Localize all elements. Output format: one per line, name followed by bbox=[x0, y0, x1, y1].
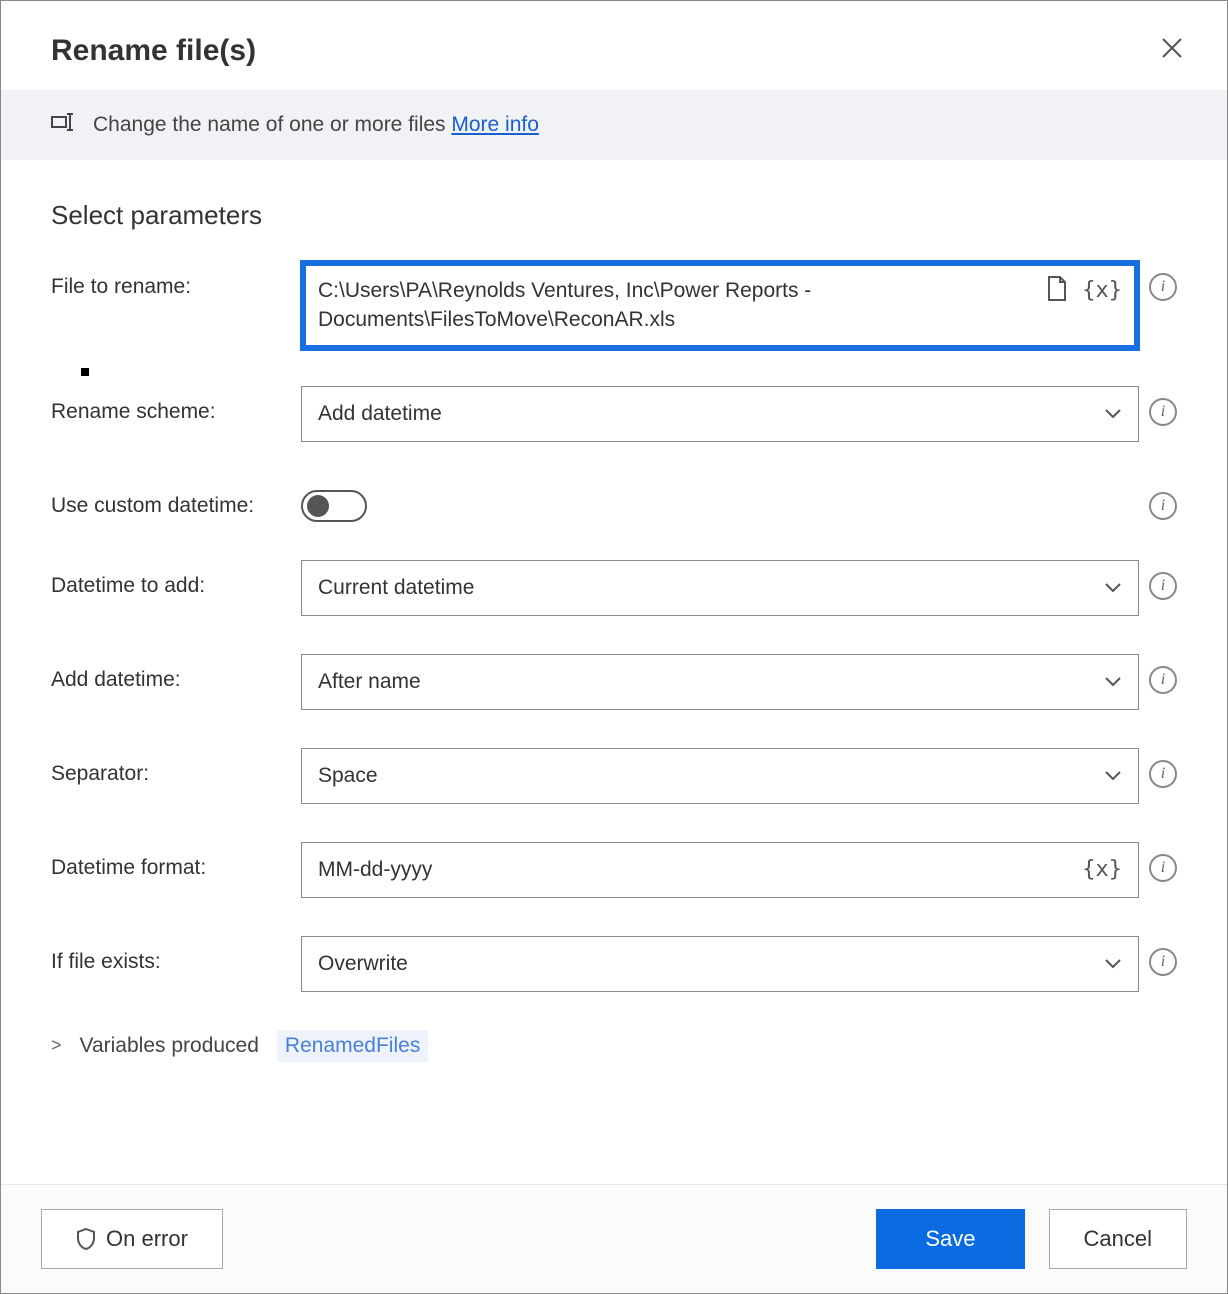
label-separator: Separator: bbox=[51, 748, 301, 786]
variable-picker-icon[interactable]: {x} bbox=[1082, 859, 1122, 881]
row-separator: Separator: Space i bbox=[51, 748, 1177, 804]
select-add-datetime[interactable]: After name bbox=[301, 654, 1139, 710]
variables-produced-row[interactable]: > Variables produced RenamedFiles bbox=[51, 1030, 1177, 1062]
rename-files-dialog: Rename file(s) Change the name of one or… bbox=[0, 0, 1228, 1294]
shield-icon bbox=[76, 1228, 96, 1250]
select-datetime-to-add[interactable]: Current datetime bbox=[301, 560, 1139, 616]
input-datetime-format[interactable]: MM-dd-yyyy {x} bbox=[301, 842, 1139, 898]
row-use-custom-datetime: Use custom datetime: i bbox=[51, 480, 1177, 522]
variable-picker-icon[interactable]: {x} bbox=[1082, 280, 1122, 302]
toggle-knob bbox=[307, 495, 329, 517]
label-if-file-exists: If file exists: bbox=[51, 936, 301, 974]
file-picker-icon[interactable] bbox=[1046, 276, 1068, 306]
select-rename-scheme-value: Add datetime bbox=[318, 399, 1104, 428]
info-icon[interactable]: i bbox=[1149, 572, 1177, 600]
chevron-down-icon bbox=[1104, 953, 1122, 974]
more-info-link[interactable]: More info bbox=[451, 113, 539, 136]
label-datetime-format: Datetime format: bbox=[51, 842, 301, 880]
info-icon[interactable]: i bbox=[1149, 760, 1177, 788]
dialog-footer: On error Save Cancel bbox=[1, 1184, 1227, 1293]
stray-dot bbox=[81, 368, 89, 376]
row-add-datetime: Add datetime: After name i bbox=[51, 654, 1177, 710]
info-icon[interactable]: i bbox=[1149, 948, 1177, 976]
toggle-use-custom-datetime[interactable] bbox=[301, 490, 367, 522]
label-datetime-to-add: Datetime to add: bbox=[51, 560, 301, 598]
chevron-down-icon bbox=[1104, 577, 1122, 598]
info-banner: Change the name of one or more files Mor… bbox=[1, 90, 1227, 160]
select-if-file-exists-value: Overwrite bbox=[318, 949, 1104, 978]
row-if-file-exists: If file exists: Overwrite i bbox=[51, 936, 1177, 992]
select-datetime-to-add-value: Current datetime bbox=[318, 573, 1104, 602]
select-if-file-exists[interactable]: Overwrite bbox=[301, 936, 1139, 992]
label-add-datetime: Add datetime: bbox=[51, 654, 301, 692]
section-title: Select parameters bbox=[51, 200, 1177, 231]
chevron-down-icon bbox=[1104, 403, 1122, 424]
input-datetime-format-value: MM-dd-yyyy bbox=[318, 855, 1082, 884]
label-use-custom-datetime: Use custom datetime: bbox=[51, 480, 301, 518]
info-icon[interactable]: i bbox=[1149, 492, 1177, 520]
chevron-down-icon bbox=[1104, 765, 1122, 786]
row-rename-scheme: Rename scheme: Add datetime i bbox=[51, 386, 1177, 442]
info-icon[interactable]: i bbox=[1149, 666, 1177, 694]
select-rename-scheme[interactable]: Add datetime bbox=[301, 386, 1139, 442]
on-error-label: On error bbox=[106, 1226, 188, 1252]
label-rename-scheme: Rename scheme: bbox=[51, 386, 301, 424]
row-datetime-to-add: Datetime to add: Current datetime i bbox=[51, 560, 1177, 616]
rename-icon bbox=[51, 112, 77, 138]
chevron-down-icon bbox=[1104, 671, 1122, 692]
info-icon[interactable]: i bbox=[1149, 273, 1177, 301]
row-file-to-rename: File to rename: C:\Users\PA\Reynolds Ven… bbox=[51, 261, 1177, 350]
dialog-header: Rename file(s) bbox=[1, 1, 1227, 90]
input-file-to-rename[interactable]: C:\Users\PA\Reynolds Ventures, Inc\Power… bbox=[301, 261, 1139, 350]
variables-produced-label: Variables produced bbox=[80, 1034, 259, 1058]
close-icon[interactable] bbox=[1157, 31, 1187, 70]
dialog-title: Rename file(s) bbox=[51, 34, 256, 68]
banner-description: Change the name of one or more files bbox=[93, 113, 451, 136]
variable-chip-renamedfiles[interactable]: RenamedFiles bbox=[277, 1030, 428, 1062]
label-file-to-rename: File to rename: bbox=[51, 261, 301, 299]
cancel-button[interactable]: Cancel bbox=[1049, 1209, 1187, 1269]
info-icon[interactable]: i bbox=[1149, 398, 1177, 426]
select-add-datetime-value: After name bbox=[318, 667, 1104, 696]
select-separator-value: Space bbox=[318, 761, 1104, 790]
banner-text: Change the name of one or more files Mor… bbox=[93, 113, 539, 137]
select-separator[interactable]: Space bbox=[301, 748, 1139, 804]
chevron-right-icon: > bbox=[51, 1035, 62, 1056]
dialog-body: Select parameters File to rename: C:\Use… bbox=[1, 160, 1227, 1184]
on-error-button[interactable]: On error bbox=[41, 1209, 223, 1269]
row-datetime-format: Datetime format: MM-dd-yyyy {x} i bbox=[51, 842, 1177, 898]
info-icon[interactable]: i bbox=[1149, 854, 1177, 882]
input-file-to-rename-value: C:\Users\PA\Reynolds Ventures, Inc\Power… bbox=[318, 276, 1036, 335]
save-button[interactable]: Save bbox=[876, 1209, 1024, 1269]
